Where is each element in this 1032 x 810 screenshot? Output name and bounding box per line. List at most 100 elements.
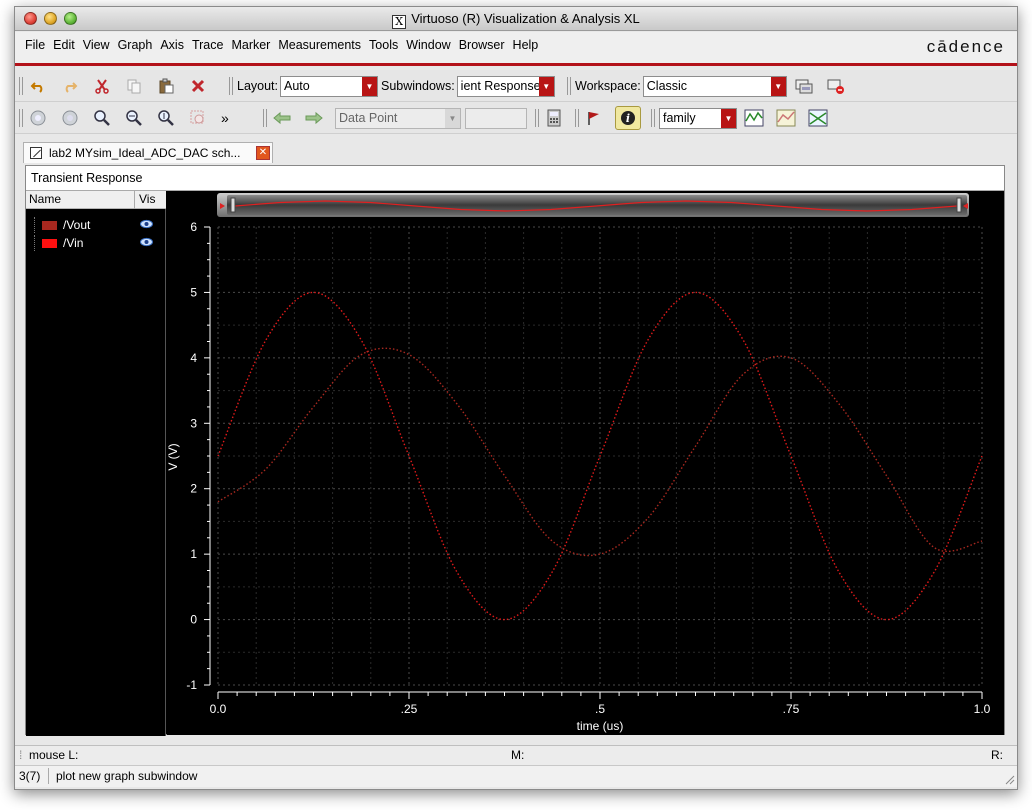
range-handle-right[interactable]	[956, 197, 962, 213]
nav-back-icon[interactable]	[271, 107, 293, 129]
workspace-label: Workspace:	[575, 79, 641, 93]
menu-item-view[interactable]: View	[83, 38, 110, 52]
layout-select[interactable]: Auto ▼	[280, 75, 379, 97]
toolbar-grip[interactable]	[535, 109, 539, 127]
y-tick-label: 6	[190, 220, 197, 234]
marker-toolbar-group: Data Point ▼ i	[263, 102, 651, 134]
subwindows-select-value: ient Response	[460, 78, 541, 93]
workspace-delete-icon[interactable]	[825, 75, 847, 97]
workspace-select-value: Classic	[646, 78, 688, 93]
toolbar-grip[interactable]	[19, 77, 23, 95]
marker-type-select[interactable]: Data Point ▼	[335, 107, 461, 129]
x-axis-label: time (us)	[577, 719, 624, 733]
chevron-down-icon[interactable]: ▼	[445, 108, 460, 128]
resize-grip-icon[interactable]	[1003, 773, 1015, 785]
menu-item-browser[interactable]: Browser	[459, 38, 505, 52]
toolbar-overflow-button[interactable]: »	[221, 110, 229, 126]
legend-trace-row[interactable]: /Vout	[34, 217, 164, 233]
chevron-down-icon[interactable]: ▼	[362, 76, 378, 96]
toolbar-grip[interactable]	[575, 109, 579, 127]
copy-icon[interactable]	[123, 75, 145, 97]
menu-item-tools[interactable]: Tools	[369, 38, 398, 52]
plot-area[interactable]: -1 0 1 2 3 4 5 6 0.0 .25 .5 .75 1.0 V (V) time (us)	[167, 191, 1004, 735]
family-toolbar-group: family ▼	[651, 102, 839, 134]
zoom-out-icon[interactable]	[59, 107, 81, 129]
zoom-x-icon[interactable]	[123, 107, 145, 129]
window-title: Virtuoso (R) Visualization & Analysis XL	[411, 11, 640, 26]
trace-color-swatch	[42, 239, 57, 248]
menu-item-file[interactable]: File	[25, 38, 45, 52]
graph-toolbar: » Data Point ▼ i family ▼	[15, 102, 1017, 134]
y-tick-label: 2	[190, 482, 197, 496]
eye-icon[interactable]	[140, 219, 153, 229]
menu-item-axis[interactable]: Axis	[160, 38, 184, 52]
window-title-area: X Virtuoso (R) Visualization & Analysis X…	[15, 11, 1017, 29]
workspace-select[interactable]: Classic ▼	[642, 75, 787, 97]
mouse-middle-label: M:	[511, 748, 525, 762]
menu-item-graph[interactable]: Graph	[118, 38, 153, 52]
zoom-fit-icon[interactable]	[27, 107, 49, 129]
subwindows-label: Subwindows:	[381, 79, 455, 93]
menu-item-window[interactable]: Window	[406, 38, 450, 52]
menu-item-help[interactable]: Help	[513, 38, 539, 52]
range-handle-left[interactable]	[230, 197, 236, 213]
cut-icon[interactable]	[91, 75, 113, 97]
close-tab-icon[interactable]: ✕	[256, 146, 270, 160]
overview-scrollbar[interactable]	[217, 193, 969, 217]
delete-icon[interactable]	[187, 75, 209, 97]
cadence-logo: cādence	[926, 37, 1005, 56]
toolbar-grip[interactable]	[229, 77, 233, 95]
flag-icon[interactable]	[583, 107, 605, 129]
chevron-down-icon[interactable]: ▼	[538, 76, 554, 96]
redo-icon[interactable]	[59, 75, 81, 97]
zoom-box-icon[interactable]	[187, 107, 209, 129]
toolbar-grip: ⁞	[19, 748, 23, 762]
legend-trace-row[interactable]: /Vin	[34, 235, 164, 251]
y-tick-label: 0	[190, 613, 197, 627]
legend-header-name[interactable]: Name	[29, 191, 61, 208]
info-icon[interactable]: i	[615, 106, 641, 130]
calculator-icon[interactable]	[543, 107, 565, 129]
document-icon	[30, 147, 42, 159]
overview-thumb[interactable]	[227, 195, 967, 215]
marker-type-value: Data Point	[339, 110, 398, 125]
toolbar-grip[interactable]	[263, 109, 267, 127]
menu-item-edit[interactable]: Edit	[53, 38, 75, 52]
y-tick-label: 5	[190, 285, 197, 299]
graph-icon[interactable]	[775, 107, 797, 129]
zoom-y-icon[interactable]	[155, 107, 177, 129]
x-tick-label: .5	[595, 702, 605, 716]
eye-icon[interactable]	[140, 237, 153, 247]
toolbar-grip[interactable]	[567, 77, 571, 95]
marker-value-input[interactable]	[465, 107, 527, 129]
toolbar-grip[interactable]	[651, 109, 655, 127]
strip-icon[interactable]	[743, 107, 765, 129]
menu-item-marker[interactable]: Marker	[231, 38, 270, 52]
title-bar: X Virtuoso (R) Visualization & Analysis X…	[15, 7, 1017, 31]
family-select[interactable]: family ▼	[659, 107, 737, 129]
subwindows-select[interactable]: ient Response ▼	[456, 75, 555, 97]
chevron-down-icon[interactable]: ▼	[770, 76, 786, 96]
undo-icon[interactable]	[27, 75, 49, 97]
menu-item-measurements[interactable]: Measurements	[278, 38, 361, 52]
zoom-in-icon[interactable]	[91, 107, 113, 129]
trace-color-swatch	[42, 221, 57, 230]
tab-schematic[interactable]: lab2 MYsim_Ideal_ADC_DAC sch... ✕	[23, 142, 273, 163]
layout-label: Layout:	[237, 79, 279, 93]
layout-toolbar-group: Layout: Auto ▼ Subwindows: ient Response…	[229, 70, 555, 102]
menu-item-trace[interactable]: Trace	[192, 38, 224, 52]
color-icon[interactable]	[807, 107, 829, 129]
x-tick-label: .25	[401, 702, 418, 716]
toolbar-grip[interactable]	[19, 109, 23, 127]
nav-forward-icon[interactable]	[303, 107, 325, 129]
trace-legend: /Vout/Vin	[26, 209, 166, 736]
zoom-toolbar-group: »	[19, 102, 231, 134]
paste-icon[interactable]	[155, 75, 177, 97]
command-counter: 3(7)	[19, 769, 41, 783]
chevron-down-icon[interactable]: ▼	[721, 108, 736, 128]
workspace-save-icon[interactable]	[793, 75, 815, 97]
x-tick-label: 1.0	[974, 702, 991, 716]
tree-connector	[34, 235, 42, 251]
x11-app-icon: X	[392, 15, 407, 29]
legend-header-vis[interactable]: Vis	[134, 191, 166, 209]
